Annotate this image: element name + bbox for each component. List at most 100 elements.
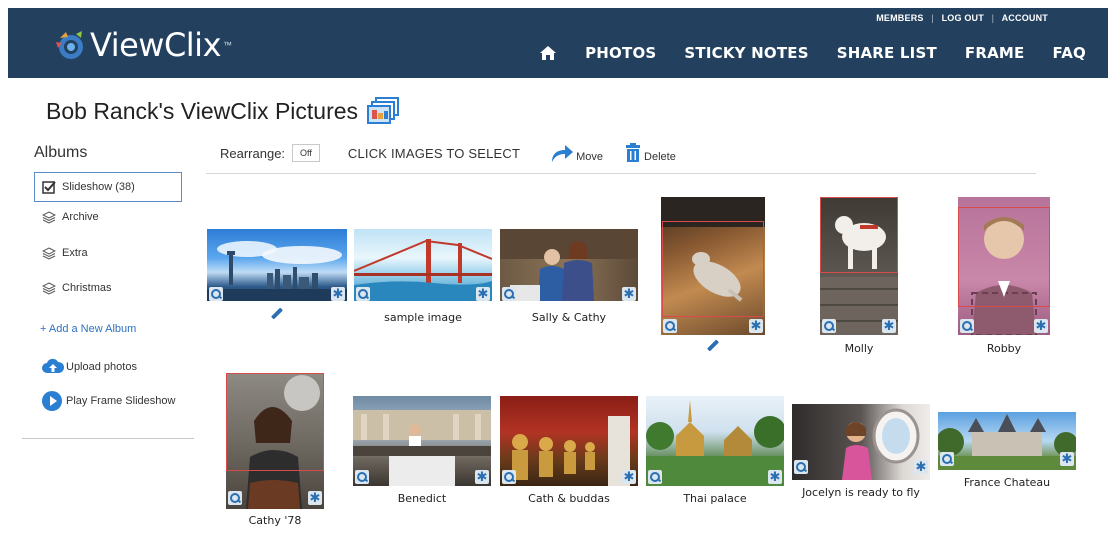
- zoom-icon[interactable]: [794, 460, 808, 474]
- page-title: Bob Ranck's ViewClix Pictures: [46, 96, 402, 126]
- click-to-select-hint: CLICK IMAGES TO SELECT: [347, 145, 521, 161]
- zoom-icon[interactable]: [502, 470, 516, 484]
- album-extra[interactable]: Extra: [22, 238, 194, 268]
- selection-frame: [662, 221, 764, 317]
- asterisk-icon[interactable]: ✱: [622, 287, 636, 302]
- zoom-icon[interactable]: [663, 319, 677, 333]
- photo-caption: Molly: [844, 342, 874, 355]
- toolbar-divider: [206, 173, 1036, 174]
- asterisk-icon[interactable]: ✱: [768, 470, 782, 485]
- layers-icon: [41, 210, 57, 224]
- logout-link[interactable]: LOG OUT: [942, 13, 984, 23]
- account-link[interactable]: ACCOUNT: [1002, 13, 1048, 23]
- members-link[interactable]: MEMBERS: [876, 13, 923, 23]
- move-button[interactable]: Move: [550, 143, 603, 163]
- nav-frame[interactable]: FRAME: [965, 44, 1025, 62]
- zoom-icon[interactable]: [209, 287, 223, 301]
- nav-sticky-notes[interactable]: STICKY NOTES: [684, 44, 808, 62]
- play-icon: [42, 391, 62, 411]
- photo-caption: Cath & buddas: [528, 492, 610, 505]
- album-slideshow[interactable]: Slideshow (38): [34, 172, 182, 202]
- play-slideshow-label: Play Frame Slideshow: [66, 395, 176, 407]
- rearrange-label: Rearrange:: [220, 145, 286, 161]
- sidebar-divider: [22, 438, 194, 439]
- photo-golden-gate[interactable]: [354, 229, 492, 301]
- viewclix-logo[interactable]: ViewClix ™: [54, 26, 232, 64]
- trash-icon: [626, 143, 641, 162]
- gallery-stack-icon[interactable]: [366, 96, 402, 126]
- upload-photos-button[interactable]: Upload photos: [42, 357, 194, 377]
- add-album-link[interactable]: + Add a New Album: [40, 323, 194, 335]
- photo-caption: Cathy '78: [248, 514, 302, 527]
- asterisk-icon[interactable]: ✱: [1060, 452, 1074, 467]
- photo-jocelyn[interactable]: [792, 404, 930, 480]
- photo-sally-cathy[interactable]: [500, 229, 638, 301]
- album-christmas[interactable]: Christmas: [22, 273, 194, 303]
- top-header: ViewClix ™ MEMBERS | LOG OUT | ACCOUNT P…: [8, 8, 1108, 78]
- selection-frame: [226, 373, 324, 471]
- asterisk-icon[interactable]: ✱: [331, 287, 345, 302]
- photo-france-chateau[interactable]: [938, 412, 1076, 470]
- cloud-upload-icon: [42, 357, 65, 377]
- home-icon[interactable]: [539, 45, 557, 61]
- nav-faq[interactable]: FAQ: [1053, 44, 1087, 62]
- logo-icon: [54, 28, 88, 62]
- pencil-icon[interactable]: [706, 339, 720, 352]
- move-arrow-icon: [552, 145, 574, 162]
- photo-liberty-skyline[interactable]: [207, 229, 347, 301]
- photo-caption: Benedict: [397, 492, 447, 505]
- nav-photos[interactable]: PHOTOS: [585, 44, 656, 62]
- page-title-text: Bob Ranck's ViewClix Pictures: [46, 97, 359, 124]
- photo-caption: Robby: [986, 342, 1022, 355]
- asterisk-icon[interactable]: ✱: [308, 491, 322, 506]
- checkbox-checked-icon[interactable]: [42, 180, 56, 194]
- asterisk-icon[interactable]: ✱: [476, 287, 490, 302]
- albums-heading: Albums: [34, 144, 88, 161]
- link-separator: |: [991, 13, 995, 23]
- photo-caption: Sally & Cathy: [531, 311, 607, 324]
- photo-benedict[interactable]: [353, 396, 491, 486]
- photo-caption: sample image: [384, 311, 462, 324]
- albums-sidebar: Albums Slideshow (38) Archive Extra Chri…: [22, 140, 194, 439]
- zoom-icon[interactable]: [228, 491, 242, 505]
- photo-cath-buddas[interactable]: [500, 396, 638, 486]
- pencil-icon[interactable]: [270, 307, 284, 320]
- asterisk-icon[interactable]: ✱: [882, 319, 896, 334]
- layers-icon: [41, 281, 57, 295]
- delete-button[interactable]: Delete: [625, 143, 676, 163]
- photo-thai-palace[interactable]: [646, 396, 784, 486]
- upload-photos-label: Upload photos: [66, 361, 137, 373]
- asterisk-icon[interactable]: ✱: [914, 460, 928, 475]
- main-nav: PHOTOS STICKY NOTES SHARE LIST FRAME FAQ: [539, 44, 1086, 62]
- asterisk-icon[interactable]: ✱: [749, 319, 763, 334]
- zoom-icon[interactable]: [502, 287, 516, 301]
- asterisk-icon[interactable]: ✱: [622, 470, 636, 485]
- zoom-icon[interactable]: [648, 470, 662, 484]
- asterisk-icon[interactable]: ✱: [1034, 319, 1048, 334]
- rearrange-toggle[interactable]: Off: [292, 144, 320, 162]
- nav-share-list[interactable]: SHARE LIST: [837, 44, 937, 62]
- zoom-icon[interactable]: [960, 319, 974, 333]
- album-label: Slideshow (38): [62, 181, 135, 193]
- logo-text: ViewClix: [90, 26, 222, 64]
- zoom-icon[interactable]: [822, 319, 836, 333]
- selection-frame: [958, 207, 1050, 307]
- album-archive[interactable]: Archive: [22, 202, 194, 232]
- photo-caption: Thai palace: [683, 492, 747, 505]
- account-links: MEMBERS | LOG OUT | ACCOUNT: [876, 13, 1048, 23]
- move-label: Move: [576, 151, 604, 163]
- logo-trademark: ™: [223, 40, 232, 50]
- album-label: Archive: [62, 211, 99, 223]
- photo-caption: Jocelyn is ready to fly: [802, 486, 920, 499]
- layers-icon: [41, 246, 57, 260]
- link-separator: |: [931, 13, 934, 23]
- album-label: Extra: [62, 247, 88, 259]
- delete-label: Delete: [644, 151, 676, 163]
- asterisk-icon[interactable]: ✱: [475, 470, 489, 485]
- play-slideshow-button[interactable]: Play Frame Slideshow: [42, 391, 194, 411]
- photo-caption: France Chateau: [963, 476, 1051, 489]
- zoom-icon[interactable]: [940, 452, 954, 466]
- album-label: Christmas: [62, 282, 112, 294]
- zoom-icon[interactable]: [356, 287, 370, 301]
- zoom-icon[interactable]: [355, 470, 369, 484]
